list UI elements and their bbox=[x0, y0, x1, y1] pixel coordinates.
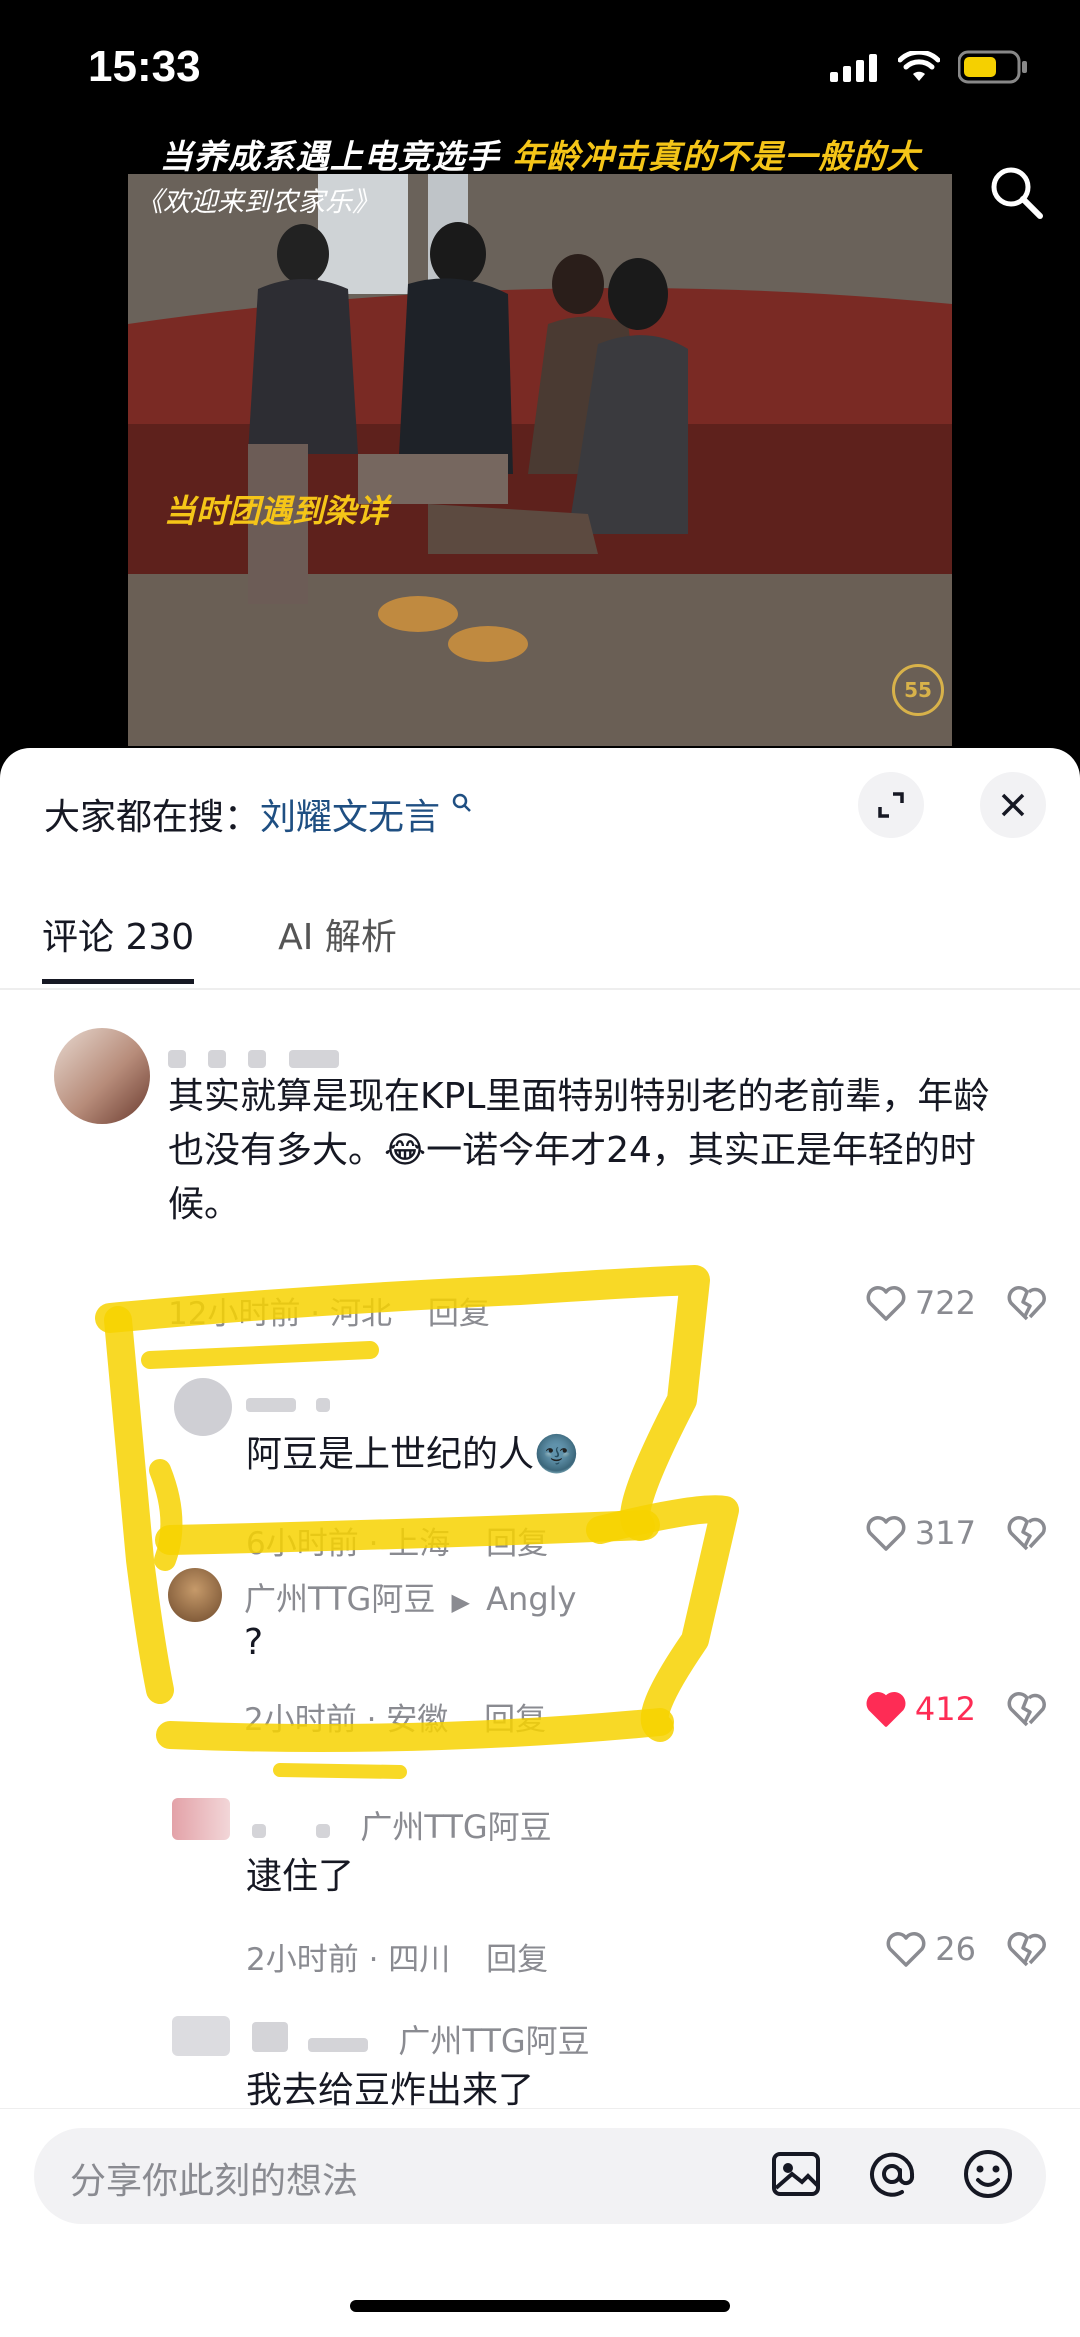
heart-icon bbox=[886, 1932, 926, 1967]
reply-button[interactable]: 回复 bbox=[486, 1526, 548, 1562]
comment-input-bar[interactable]: 分享你此刻的想法 bbox=[34, 2128, 1046, 2224]
video-frame: 《欢迎来到农家乐》 当时团遇到染详 55 bbox=[128, 174, 952, 746]
status-icons bbox=[830, 50, 1028, 84]
clock: 15:33 bbox=[88, 42, 201, 91]
reply-arrow-icon: ▶ bbox=[451, 1588, 470, 1616]
broken-heart-icon bbox=[1007, 1932, 1046, 1967]
avatar[interactable] bbox=[168, 1568, 222, 1622]
broken-heart-icon bbox=[1007, 1516, 1046, 1551]
close-icon bbox=[1001, 793, 1025, 817]
home-indicator[interactable] bbox=[350, 2300, 730, 2312]
search-small-icon bbox=[453, 793, 472, 812]
broken-heart-icon bbox=[1007, 1286, 1046, 1321]
comment-nickname[interactable] bbox=[246, 1382, 331, 1420]
comment-text: 逮住了 bbox=[246, 1856, 355, 1897]
avatar[interactable] bbox=[172, 2016, 230, 2056]
close-button[interactable] bbox=[980, 772, 1046, 838]
at-mention-icon[interactable] bbox=[860, 2142, 924, 2206]
reply-button[interactable]: 回复 bbox=[486, 1942, 548, 1978]
expand-icon bbox=[878, 792, 904, 818]
comment-text: ? bbox=[244, 1622, 264, 1663]
search-button[interactable] bbox=[986, 162, 1046, 226]
signal-icon bbox=[830, 54, 877, 82]
comment-input[interactable]: 分享你此刻的想法 bbox=[70, 2152, 358, 2204]
comment-text: 其实就算是现在KPL里面特别特别老的老前辈，年龄也没有多大。😂一诺今年才24，其… bbox=[168, 1076, 990, 1225]
avatar[interactable] bbox=[174, 1378, 232, 1436]
avatar[interactable] bbox=[172, 1798, 230, 1840]
tab-bar: 评论 230 AI 解析 bbox=[42, 908, 397, 984]
dislike-button[interactable] bbox=[1006, 1690, 1048, 1732]
avatar[interactable] bbox=[54, 1028, 150, 1124]
show-title: 《欢迎来到农家乐》 bbox=[136, 187, 379, 218]
comment-nickname[interactable]: 广州TTG阿豆 bbox=[252, 2016, 590, 2062]
dislike-button[interactable] bbox=[1006, 1514, 1048, 1556]
comment-text: 阿豆是上世纪的人🌚 bbox=[246, 1434, 579, 1475]
video-caption: 当养成系遇上电竞选手 年龄冲击真的不是一般的大 bbox=[159, 137, 921, 176]
video-subtitle: 当时团遇到染详 bbox=[164, 492, 389, 530]
comment-meta: 2小时前 · 安徽 回复 bbox=[244, 1702, 547, 1738]
heart-icon bbox=[866, 1286, 906, 1321]
dislike-button[interactable] bbox=[1006, 1930, 1048, 1972]
reply-button[interactable]: 回复 bbox=[484, 1702, 546, 1738]
channel-logo: 55 bbox=[892, 664, 944, 716]
hot-search-keyword[interactable]: 刘耀文无言 bbox=[260, 797, 440, 838]
divider bbox=[0, 988, 1080, 990]
tab-comments[interactable]: 评论 230 bbox=[42, 908, 195, 984]
comment-nickname[interactable]: 广州TTG阿豆 ▶ Angly bbox=[244, 1574, 576, 1620]
heart-filled-icon bbox=[866, 1692, 906, 1727]
status-bar: 15:33 bbox=[0, 0, 1080, 140]
comment-nickname[interactable]: 广州TTG阿豆 bbox=[252, 1802, 552, 1848]
reply-button[interactable]: 回复 bbox=[428, 1296, 490, 1332]
emoji-icon[interactable] bbox=[956, 2142, 1020, 2206]
heart-icon bbox=[866, 1516, 906, 1551]
wifi-icon bbox=[898, 51, 940, 81]
expand-button[interactable] bbox=[858, 772, 924, 838]
broken-heart-icon bbox=[1007, 1692, 1046, 1727]
like-button[interactable]: 722 bbox=[865, 1284, 976, 1322]
like-button-active[interactable]: 412 bbox=[865, 1690, 976, 1728]
image-icon[interactable] bbox=[764, 2142, 828, 2206]
dislike-button[interactable] bbox=[1006, 1284, 1048, 1326]
hot-search[interactable]: 大家都在搜：刘耀文无言 bbox=[44, 788, 473, 840]
search-icon bbox=[991, 167, 1043, 219]
like-button[interactable]: 317 bbox=[865, 1514, 976, 1552]
input-icons bbox=[764, 2142, 1020, 2206]
comment-meta: 12小时前 · 河北 回复 bbox=[168, 1296, 490, 1332]
like-button[interactable]: 26 bbox=[885, 1930, 976, 1968]
video-scene-image bbox=[128, 174, 952, 746]
video-player[interactable]: 当养成系遇上电竞选手 年龄冲击真的不是一般的大 《欢迎来到农家乐》 当时团遇到染… bbox=[0, 130, 1080, 750]
comment-meta: 2小时前 · 四川 回复 bbox=[246, 1942, 549, 1978]
battery-icon bbox=[958, 50, 1027, 84]
comment-meta: 6小时前 · 上海 回复 bbox=[246, 1526, 549, 1562]
tab-ai-analysis[interactable]: AI 解析 bbox=[278, 908, 397, 984]
comment-panel: 大家都在搜：刘耀文无言 评论 230 AI 解析 其实就算是现在KPL里面特别特… bbox=[0, 748, 1080, 2337]
